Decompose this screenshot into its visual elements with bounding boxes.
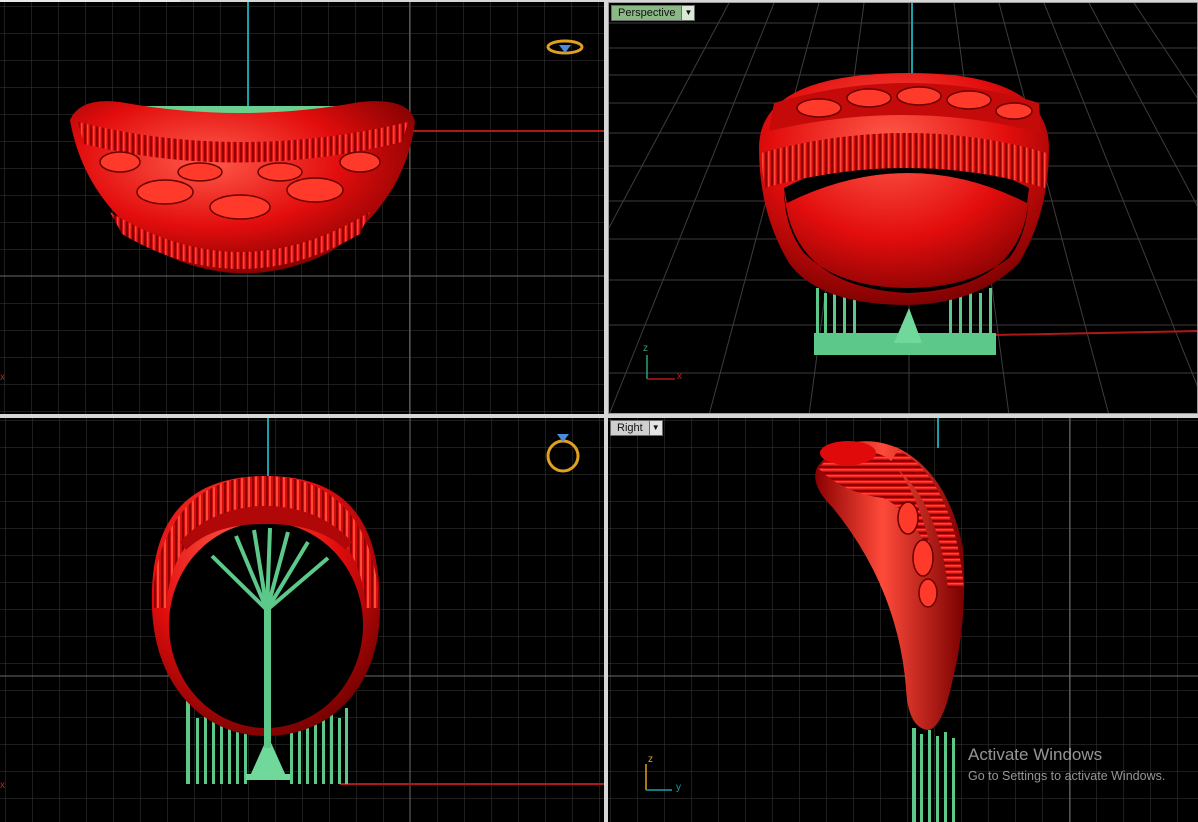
ring-model-perspective xyxy=(759,73,1049,305)
right-view-scene xyxy=(608,418,1198,822)
axis-gizmo-perspective xyxy=(646,355,675,380)
activate-windows-subtitle: Go to Settings to activate Windows. xyxy=(968,769,1166,783)
viewport-top[interactable]: x xyxy=(0,2,604,414)
top-origin-marker: x xyxy=(0,372,5,383)
axis-label-y: y xyxy=(676,782,681,793)
viewport-front[interactable]: x xyxy=(0,418,604,822)
front-view-scene xyxy=(0,418,604,822)
axis-label-x: x xyxy=(677,371,682,382)
tab-perspective[interactable]: Perspective ▼ xyxy=(611,5,696,21)
perspective-view-scene xyxy=(609,3,1197,413)
viewport-right[interactable]: Right ▼ z y Activate Windows Go to Setti… xyxy=(608,418,1198,822)
activate-windows-title: Activate Windows xyxy=(968,745,1103,764)
front-origin-marker: x xyxy=(0,780,5,791)
top-view-scene xyxy=(0,2,604,414)
tab-perspective-label: Perspective xyxy=(618,7,676,19)
x-axis-line xyxy=(993,330,1197,336)
chevron-down-icon[interactable]: ▼ xyxy=(681,6,695,20)
axis-label-z: z xyxy=(648,754,653,765)
viewport-perspective[interactable]: Perspective ▼ z x xyxy=(608,2,1198,414)
tab-right[interactable]: Right ▼ xyxy=(610,420,663,436)
tab-right-label: Right xyxy=(617,422,643,434)
chevron-down-icon[interactable]: ▼ xyxy=(648,421,662,435)
axis-label-z: z xyxy=(643,343,648,354)
